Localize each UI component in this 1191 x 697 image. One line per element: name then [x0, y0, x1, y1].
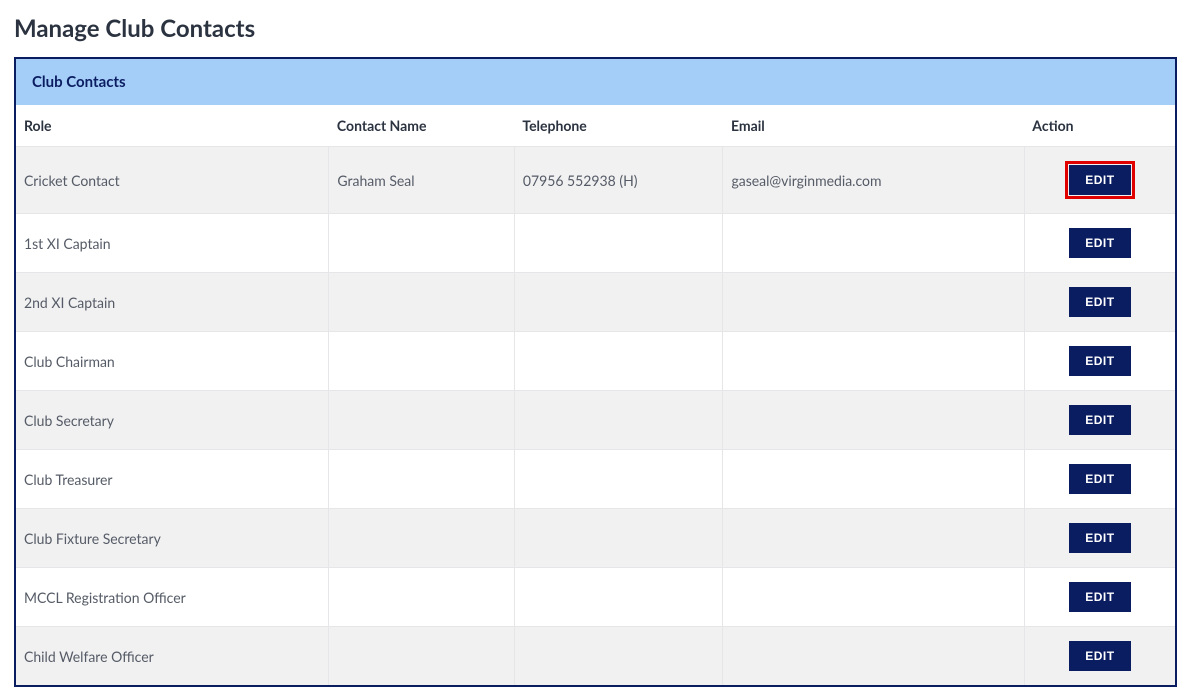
cell-role: 1st XI Captain: [16, 214, 329, 273]
cell-action: EDIT: [1024, 568, 1175, 627]
cell-name: [329, 627, 514, 686]
cell-role: Club Secretary: [16, 391, 329, 450]
cell-name: [329, 273, 514, 332]
cell-tel: [514, 214, 723, 273]
th-tel: Telephone: [514, 105, 723, 147]
cell-email: [723, 450, 1024, 509]
cell-action: EDIT: [1024, 147, 1175, 214]
cell-action: EDIT: [1024, 273, 1175, 332]
cell-role: 2nd XI Captain: [16, 273, 329, 332]
cell-tel: [514, 627, 723, 686]
table-row: Club Treasurer EDIT: [16, 450, 1175, 509]
cell-email: gaseal@virginmedia.com: [723, 147, 1024, 214]
cell-name: [329, 332, 514, 391]
cell-email: [723, 273, 1024, 332]
cell-role: Cricket Contact: [16, 147, 329, 214]
cell-tel: [514, 568, 723, 627]
table-row: 1st XI Captain EDIT: [16, 214, 1175, 273]
table-row: Club Secretary EDIT: [16, 391, 1175, 450]
cell-role: Club Chairman: [16, 332, 329, 391]
cell-role: Club Fixture Secretary: [16, 509, 329, 568]
page-title: Manage Club Contacts: [14, 14, 1177, 43]
th-email: Email: [723, 105, 1024, 147]
contacts-table: Role Contact Name Telephone Email Action…: [16, 105, 1175, 685]
edit-button[interactable]: EDIT: [1069, 228, 1130, 258]
cell-action: EDIT: [1024, 214, 1175, 273]
cell-role: Child Welfare Officer: [16, 627, 329, 686]
cell-tel: [514, 391, 723, 450]
edit-button[interactable]: EDIT: [1069, 641, 1130, 671]
cell-name: [329, 214, 514, 273]
edit-button[interactable]: EDIT: [1069, 405, 1130, 435]
table-row: MCCL Registration Officer EDIT: [16, 568, 1175, 627]
cell-email: [723, 214, 1024, 273]
cell-tel: [514, 332, 723, 391]
edit-button[interactable]: EDIT: [1069, 287, 1130, 317]
cell-tel: [514, 450, 723, 509]
cell-email: [723, 568, 1024, 627]
table-row: Club Chairman EDIT: [16, 332, 1175, 391]
cell-email: [723, 391, 1024, 450]
cell-name: [329, 568, 514, 627]
cell-tel: 07956 552938 (H): [514, 147, 723, 214]
cell-role: MCCL Registration Officer: [16, 568, 329, 627]
edit-button[interactable]: EDIT: [1069, 582, 1130, 612]
cell-name: [329, 391, 514, 450]
contacts-panel: Club Contacts Role Contact Name Telephon…: [14, 57, 1177, 687]
highlight-box: EDIT: [1065, 161, 1134, 199]
edit-button[interactable]: EDIT: [1069, 464, 1130, 494]
edit-button[interactable]: EDIT: [1069, 346, 1130, 376]
panel-title: Club Contacts: [16, 59, 1175, 105]
th-name: Contact Name: [329, 105, 514, 147]
edit-button[interactable]: EDIT: [1069, 165, 1130, 195]
cell-tel: [514, 509, 723, 568]
cell-name: Graham Seal: [329, 147, 514, 214]
cell-name: [329, 509, 514, 568]
cell-action: EDIT: [1024, 509, 1175, 568]
cell-action: EDIT: [1024, 450, 1175, 509]
table-row: Club Fixture Secretary EDIT: [16, 509, 1175, 568]
cell-name: [329, 450, 514, 509]
th-action: Action: [1024, 105, 1175, 147]
th-role: Role: [16, 105, 329, 147]
cell-action: EDIT: [1024, 391, 1175, 450]
cell-email: [723, 332, 1024, 391]
cell-role: Club Treasurer: [16, 450, 329, 509]
cell-email: [723, 509, 1024, 568]
table-row: Child Welfare Officer EDIT: [16, 627, 1175, 686]
cell-tel: [514, 273, 723, 332]
table-row: Cricket ContactGraham Seal07956 552938 (…: [16, 147, 1175, 214]
edit-button[interactable]: EDIT: [1069, 523, 1130, 553]
cell-action: EDIT: [1024, 627, 1175, 686]
cell-email: [723, 627, 1024, 686]
table-row: 2nd XI Captain EDIT: [16, 273, 1175, 332]
cell-action: EDIT: [1024, 332, 1175, 391]
